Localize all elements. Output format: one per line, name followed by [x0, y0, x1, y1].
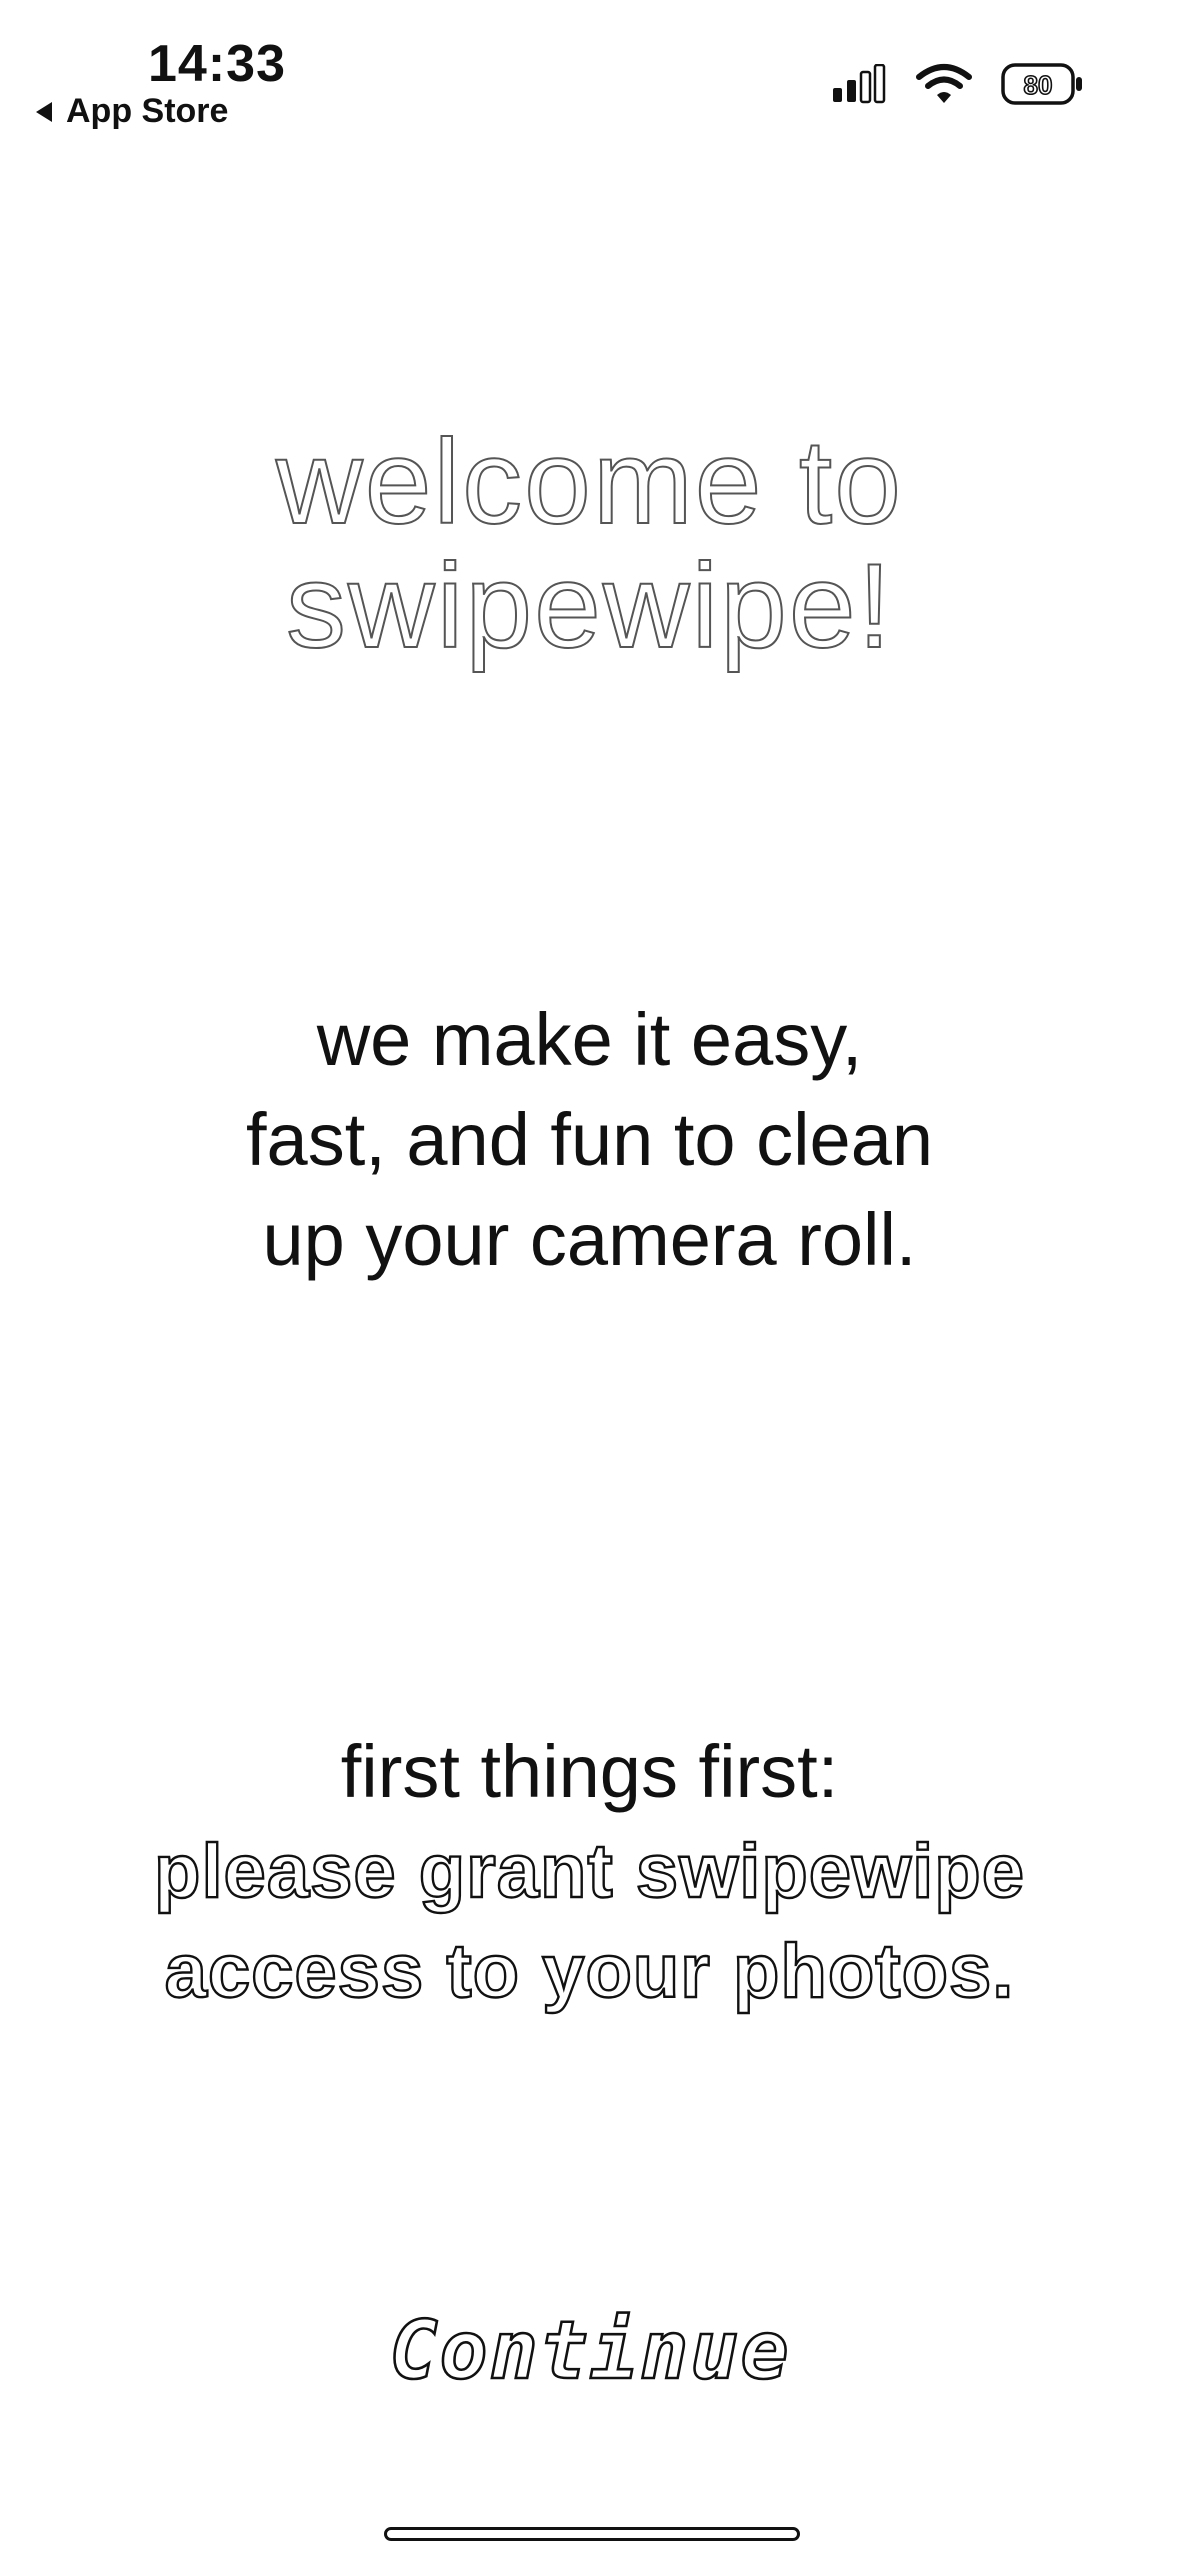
status-time: 14:33 — [148, 35, 286, 93]
status-icons: 80 — [831, 62, 1085, 106]
wifi-icon — [916, 64, 972, 103]
back-to-app-store-link[interactable]: App Store — [36, 92, 228, 131]
battery-level-text: 80 — [1024, 70, 1053, 100]
photo-permission-message: first things first: please grant swipewi… — [0, 1722, 1179, 2022]
permission-request-line-2: access to your photos. — [163, 1928, 1015, 2015]
welcome-title-line-2: swipewipe! — [285, 539, 893, 674]
tagline-line-3: up your camera roll. — [262, 1198, 917, 1281]
onboarding-screen: 14:33 App Store 80 welcome to swipewipe!… — [0, 0, 1179, 2556]
home-indicator[interactable] — [384, 2527, 800, 2541]
permission-request-line-1: please grant swipewipe — [153, 1828, 1025, 1915]
signal-icon — [833, 64, 886, 104]
welcome-title-line-1: welcome to — [275, 415, 903, 550]
tagline-line-2: fast, and fun to clean — [245, 1098, 934, 1181]
welcome-title: welcome to swipewipe! — [0, 415, 1179, 674]
back-link-label: App Store — [66, 92, 229, 130]
battery-icon: 80 — [1001, 63, 1082, 105]
tagline-line-1: we make it easy, — [316, 998, 863, 1081]
back-caret-icon — [36, 101, 52, 122]
continue-button[interactable]: Continue — [340, 2290, 840, 2410]
status-bar: 14:33 App Store 80 — [0, 0, 1179, 150]
permission-lead: first things first: — [340, 1730, 839, 1813]
app-tagline: we make it easy, fast, and fun to clean … — [0, 990, 1179, 1290]
